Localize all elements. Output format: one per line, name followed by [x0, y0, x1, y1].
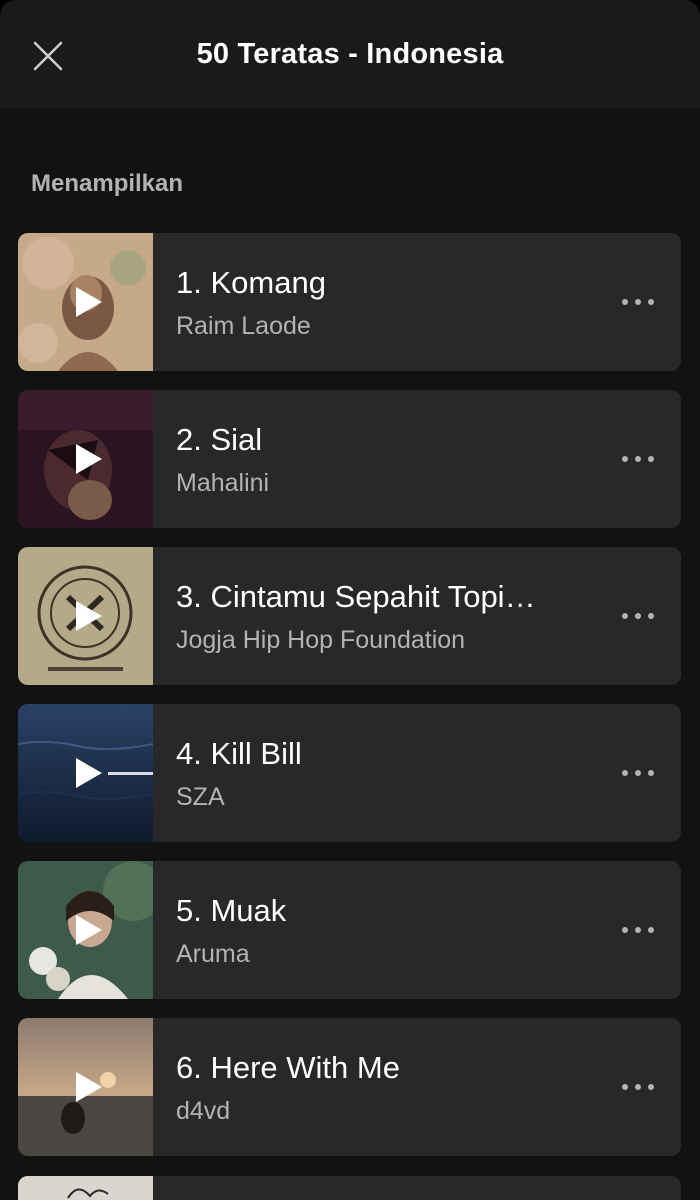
- section-heading: Menampilkan: [31, 170, 184, 197]
- album-art[interactable]: [18, 390, 153, 528]
- track-artist[interactable]: Aruma: [176, 939, 576, 969]
- track-artist[interactable]: Mahalini: [176, 468, 576, 498]
- more-options-icon: [622, 1084, 654, 1090]
- more-options-button[interactable]: [615, 1070, 661, 1104]
- header-bar: 50 Teratas - Indonesia: [0, 0, 700, 108]
- track-title: 4. Kill Bill: [176, 736, 302, 771]
- chart-sheet: 50 Teratas - Indonesia Menampilkan 1. Ko…: [0, 0, 700, 1200]
- album-art[interactable]: [18, 704, 153, 842]
- more-options-icon: [622, 299, 654, 305]
- track-card[interactable]: 6. Here With Me d4vd: [18, 1018, 681, 1156]
- track-artist[interactable]: Jogja Hip Hop Foundation: [176, 625, 576, 655]
- album-art[interactable]: [18, 547, 153, 685]
- track-card[interactable]: 1. Komang Raim Laode: [18, 233, 681, 371]
- track-title: 1. Komang: [176, 265, 326, 300]
- more-options-button[interactable]: [615, 285, 661, 319]
- more-options-button[interactable]: [615, 756, 661, 790]
- track-card[interactable]: 4. Kill Bill SZA: [18, 704, 681, 842]
- track-title: 6. Here With Me: [176, 1050, 400, 1085]
- more-options-icon: [622, 770, 654, 776]
- play-icon[interactable]: [70, 441, 106, 477]
- more-options-button[interactable]: [615, 442, 661, 476]
- page-title: 50 Teratas - Indonesia: [196, 38, 504, 70]
- more-options-button[interactable]: [615, 913, 661, 947]
- track-title: 3. Cintamu Sepahit Topi…: [176, 579, 536, 614]
- track-artist[interactable]: d4vd: [176, 1096, 576, 1126]
- album-art-image: [18, 1176, 153, 1200]
- track-list: 1. Komang Raim Laode 2. Sial Mahalini 3.…: [18, 233, 681, 1175]
- track-artist[interactable]: SZA: [176, 782, 576, 812]
- more-options-icon: [622, 456, 654, 462]
- play-icon[interactable]: [70, 912, 106, 948]
- play-icon[interactable]: [70, 1069, 106, 1105]
- more-options-button[interactable]: [615, 599, 661, 633]
- track-title: 2. Sial: [176, 422, 263, 457]
- play-icon[interactable]: [70, 755, 106, 791]
- track-card[interactable]: 2. Sial Mahalini: [18, 390, 681, 528]
- album-art[interactable]: [18, 861, 153, 999]
- track-card[interactable]: 5. Muak Aruma: [18, 861, 681, 999]
- track-title: 5. Muak: [176, 893, 287, 928]
- more-options-icon: [622, 927, 654, 933]
- track-card-partial[interactable]: [18, 1176, 681, 1200]
- album-art[interactable]: [18, 1176, 153, 1200]
- play-icon[interactable]: [70, 284, 106, 320]
- track-card[interactable]: 3. Cintamu Sepahit Topi… Jogja Hip Hop F…: [18, 547, 681, 685]
- track-artist[interactable]: Raim Laode: [176, 311, 576, 341]
- play-icon[interactable]: [70, 598, 106, 634]
- album-art[interactable]: [18, 233, 153, 371]
- album-art[interactable]: [18, 1018, 153, 1156]
- more-options-icon: [622, 613, 654, 619]
